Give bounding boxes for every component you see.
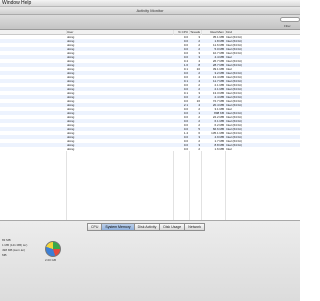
toolbar: Filter	[0, 15, 300, 30]
window-title: Activity Monitor	[0, 7, 300, 15]
memory-line: 498 MB (kern.ler)	[2, 248, 26, 252]
memory-line: 1 MB (141 MB) ler)	[2, 243, 28, 247]
tab-disk-activity[interactable]: Disk Activity	[133, 223, 161, 231]
column-real-mem[interactable]: Real Mem	[202, 30, 224, 34]
menu-bar: Window Help	[0, 0, 300, 7]
cell-user: doing	[67, 147, 75, 151]
table-body: doing 0.0 3 35.1 MB Intel (64 bit) doing 0.0 2 1…	[0, 35, 300, 151]
memory-line: 83 MB	[2, 238, 11, 242]
cell-kind: Intel	[226, 147, 232, 151]
cell-real-mem: 1.6 MB	[214, 147, 224, 151]
filter-label: Filter	[284, 24, 291, 28]
memory-total-label: 2.00 GB	[45, 258, 57, 262]
tab-system-memory[interactable]: System Memory	[101, 223, 135, 231]
cell-threads: 2	[198, 147, 200, 151]
search-input[interactable]	[280, 17, 300, 22]
column-user[interactable]: User	[67, 30, 73, 34]
tab-network[interactable]: Network	[184, 223, 206, 231]
tab-disk-usage[interactable]: Disk Usage	[159, 223, 186, 231]
menu-help[interactable]: Help	[21, 0, 31, 6]
column-kind[interactable]: Kind	[226, 30, 232, 34]
tab-bar: CPU System Memory Disk Activity Disk Usage N…	[87, 223, 206, 231]
memory-pie-chart	[45, 241, 61, 257]
memory-line: MB	[2, 253, 7, 257]
menu-window[interactable]: Window	[2, 0, 20, 6]
process-table: User % CPU Threads Real Mem Kind doing 0.…	[0, 30, 300, 220]
cell-cpu: 0.0	[183, 147, 188, 151]
tab-cpu[interactable]: CPU	[87, 223, 103, 231]
table-row[interactable]: doing 0.0 2 1.6 MB Intel	[0, 147, 300, 151]
column-cpu[interactable]: % CPU	[174, 30, 188, 34]
bottom-panel: CPU System Memory Disk Activity Disk Usage N…	[0, 220, 300, 301]
